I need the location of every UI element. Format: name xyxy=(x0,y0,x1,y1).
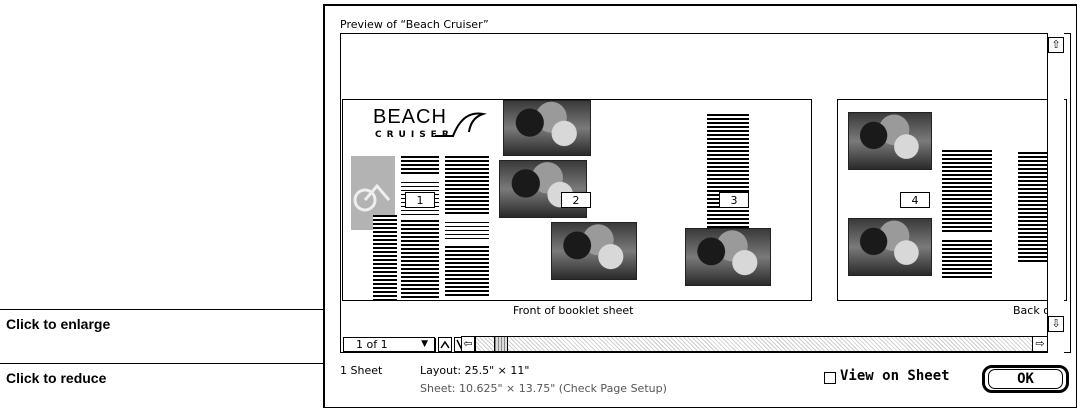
photo-image xyxy=(499,160,587,218)
scroll-left-arrow-icon[interactable]: ⇦ xyxy=(461,336,475,352)
sheet-count: 1 Sheet xyxy=(340,364,383,377)
front-sheet-label: Front of booklet sheet xyxy=(513,304,634,317)
text-column xyxy=(445,156,489,216)
reduce-arrow-icon xyxy=(440,340,450,349)
page-number-4: 4 xyxy=(900,192,930,208)
page-select-value: 1 of 1 xyxy=(356,338,388,351)
back-sheet-label: Back o xyxy=(1013,304,1050,317)
scroll-up-arrow-icon[interactable]: ⇧ xyxy=(1048,37,1064,53)
text-column xyxy=(401,156,439,176)
reduce-zoom-button[interactable] xyxy=(438,337,452,352)
text-column xyxy=(942,240,992,280)
sheet-size: Sheet: 10.625" × 13.75" (Check Page Setu… xyxy=(420,382,667,395)
text-column xyxy=(373,215,397,300)
ok-button[interactable]: OK xyxy=(982,365,1069,393)
text-column xyxy=(401,220,439,300)
view-on-sheet-checkbox[interactable] xyxy=(824,372,836,384)
photo-image xyxy=(848,112,932,170)
text-column xyxy=(445,222,489,240)
photo-image xyxy=(503,100,591,156)
click-to-reduce-label: Click to reduce xyxy=(6,370,107,386)
text-column xyxy=(445,246,489,296)
back-sheet: 4 xyxy=(837,99,1067,301)
page-number-3: 3 xyxy=(719,192,749,208)
layout-size: Layout: 25.5" × 11" xyxy=(420,364,530,377)
window-title: Preview of “Beach Cruiser” xyxy=(340,18,489,31)
text-column xyxy=(707,114,749,230)
click-to-enlarge-label: Click to enlarge xyxy=(6,316,111,332)
photo-image xyxy=(685,228,771,286)
scrollbar-thumb[interactable] xyxy=(494,337,508,351)
vertical-scrollbar[interactable] xyxy=(1047,33,1064,353)
text-column xyxy=(942,150,992,232)
photo-image xyxy=(551,222,637,280)
page-select-dropdown[interactable]: 1 of 1 ▼ xyxy=(343,337,435,352)
preview-area: BEACH CRUISER 1 2 3 Front of booklet she… xyxy=(340,33,1071,353)
dropdown-triangle-icon: ▼ xyxy=(421,339,428,349)
scroll-down-arrow-icon[interactable]: ⇩ xyxy=(1048,316,1064,332)
page-number-2: 2 xyxy=(561,192,591,208)
view-on-sheet-label[interactable]: View on Sheet xyxy=(840,368,950,384)
page-number-1: 1 xyxy=(405,192,435,208)
scroll-right-arrow-icon[interactable]: ⇨ xyxy=(1032,336,1048,352)
photo-image xyxy=(848,218,932,276)
front-sheet: BEACH CRUISER 1 2 3 xyxy=(342,99,812,301)
horizontal-scrollbar[interactable] xyxy=(475,336,1048,352)
cruiser-logo-subtitle: CRUISER xyxy=(375,130,454,140)
